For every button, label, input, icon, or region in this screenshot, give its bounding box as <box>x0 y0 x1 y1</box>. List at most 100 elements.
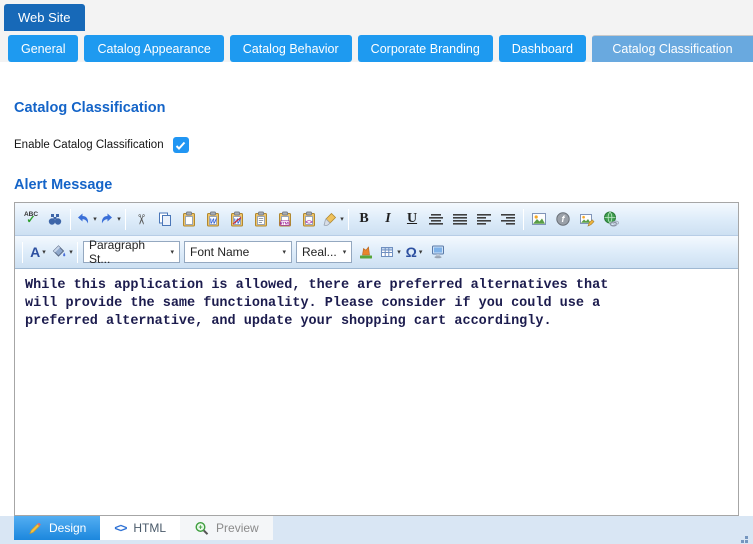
dropdown-caret-icon: ▾ <box>397 249 401 256</box>
align-left-icon <box>476 211 492 227</box>
tab-label: Catalog Behavior <box>243 42 339 56</box>
justify-button[interactable] <box>448 207 472 231</box>
insert-symbol-button[interactable]: Ω ▾ <box>402 240 426 264</box>
dropdown-caret-icon: ▾ <box>337 249 347 256</box>
image-map-editor-button[interactable] <box>575 207 599 231</box>
font-size-value: Real... <box>302 245 337 259</box>
toolbar-separator <box>77 242 78 263</box>
justify-icon <box>452 211 468 227</box>
tab-catalog-behavior[interactable]: Catalog Behavior <box>230 35 352 62</box>
italic-icon: I <box>385 211 390 227</box>
tab-dashboard[interactable]: Dashboard <box>499 35 586 62</box>
mode-tab-preview[interactable]: + Preview <box>180 516 273 540</box>
paste-icon <box>181 211 197 227</box>
copy-icon <box>157 211 173 227</box>
underline-icon: U <box>407 211 417 227</box>
svg-text:HTML: HTML <box>279 221 291 226</box>
image-icon <box>531 211 547 227</box>
foreground-color-button[interactable]: A ▾ <box>26 240 50 264</box>
font-color-icon: A <box>30 244 40 260</box>
align-left-button[interactable] <box>472 207 496 231</box>
paste-from-word-strip-font-button[interactable]: W <box>225 207 249 231</box>
editor-content-area[interactable]: While this application is allowed, there… <box>15 269 738 515</box>
mode-tab-label: Design <box>49 521 86 535</box>
tab-catalog-appearance[interactable]: Catalog Appearance <box>84 35 223 62</box>
copy-button[interactable] <box>153 207 177 231</box>
dropdown-caret-icon: ▾ <box>42 249 46 256</box>
dropdown-caret-icon: ▾ <box>164 249 174 256</box>
mode-tab-design[interactable]: Design <box>14 516 100 540</box>
mode-tab-label: HTML <box>133 521 166 535</box>
redo-button[interactable]: ▾ <box>98 207 122 231</box>
font-size-dropdown[interactable]: Real... ▾ <box>296 241 352 263</box>
align-right-button[interactable] <box>496 207 520 231</box>
tab-general[interactable]: General <box>8 35 78 62</box>
monitor-icon <box>430 244 446 260</box>
paste-markup-button[interactable]: <> <box>297 207 321 231</box>
toolbar-separator <box>348 209 349 230</box>
svg-text:<>: <> <box>305 219 313 226</box>
paste-from-word-button[interactable]: W <box>201 207 225 231</box>
resize-grip[interactable] <box>745 536 748 539</box>
find-and-replace-button[interactable] <box>43 207 67 231</box>
alert-message-title: Alert Message <box>14 177 753 193</box>
editor-text-line: will provide the same functionality. Ple… <box>25 295 728 313</box>
toolbar-separator <box>523 209 524 230</box>
paste-plain-text-button[interactable] <box>249 207 273 231</box>
background-color-button[interactable]: ▾ <box>50 240 74 264</box>
font-name-value: Font Name <box>190 245 249 259</box>
spellcheck-button[interactable]: ABC ✓ <box>19 207 43 231</box>
align-center-button[interactable] <box>424 207 448 231</box>
top-chrome: Web Site General Catalog Appearance Cata… <box>0 0 753 62</box>
main-content: Catalog Classification Enable Catalog Cl… <box>0 62 753 516</box>
apply-css-class-button[interactable] <box>354 240 378 264</box>
tab-label: Corporate Branding <box>371 42 480 56</box>
paste-plain-text-icon <box>253 211 269 227</box>
bold-button[interactable]: B <box>352 207 376 231</box>
tab-label: General <box>21 42 65 56</box>
paste-as-html-icon: HTML <box>277 211 293 227</box>
undo-button[interactable]: ▾ <box>74 207 98 231</box>
rich-text-editor: ABC ✓ ▾ ▾ ✂ <box>14 202 739 516</box>
paste-from-word-icon: W <box>205 211 221 227</box>
editor-text-line: While this application is allowed, there… <box>25 277 728 295</box>
italic-button[interactable]: I <box>376 207 400 231</box>
tab-corporate-branding[interactable]: Corporate Branding <box>358 35 493 62</box>
enable-classification-checkbox[interactable] <box>173 137 189 153</box>
site-tab-web-site[interactable]: Web Site <box>4 4 85 31</box>
paste-markup-icon: <> <box>301 211 317 227</box>
paragraph-style-value: Paragraph St... <box>89 238 164 266</box>
toolbar-separator <box>125 209 126 230</box>
binoculars-icon <box>47 211 63 227</box>
site-tab-label: Web Site <box>18 10 71 25</box>
flash-manager-button[interactable]: f <box>551 207 575 231</box>
enable-classification-row: Enable Catalog Classification <box>14 137 753 153</box>
dropdown-caret-icon: ▾ <box>276 249 286 256</box>
insert-table-button[interactable]: ▾ <box>378 240 402 264</box>
font-name-dropdown[interactable]: Font Name ▾ <box>184 241 292 263</box>
undo-icon <box>75 211 91 227</box>
image-edit-icon <box>579 211 595 227</box>
align-right-icon <box>500 211 516 227</box>
cut-button[interactable]: ✂ <box>129 207 153 231</box>
paste-button[interactable] <box>177 207 201 231</box>
pencil-icon <box>28 521 42 535</box>
format-stripper-brush-icon <box>322 211 338 227</box>
paste-as-html-button[interactable]: HTML <box>273 207 297 231</box>
spellcheck-icon: ABC ✓ <box>24 212 38 227</box>
hyperlink-manager-button[interactable] <box>599 207 623 231</box>
tab-label: Catalog Appearance <box>97 42 210 56</box>
tab-label: Dashboard <box>512 42 573 56</box>
format-stripper-button[interactable]: ▾ <box>321 207 345 231</box>
editor-mode-strip: Design <> HTML + Preview <box>0 516 753 544</box>
table-icon <box>379 244 395 260</box>
tab-catalog-classification[interactable]: Catalog Classification <box>592 35 753 62</box>
image-manager-button[interactable] <box>527 207 551 231</box>
bold-icon: B <box>359 211 368 227</box>
mode-tab-html[interactable]: <> HTML <box>100 516 180 540</box>
paragraph-style-dropdown[interactable]: Paragraph St... ▾ <box>83 241 180 263</box>
toolbar-separator <box>70 209 71 230</box>
code-brackets-icon: <> <box>114 521 126 535</box>
document-manager-button[interactable] <box>426 240 450 264</box>
underline-button[interactable]: U <box>400 207 424 231</box>
